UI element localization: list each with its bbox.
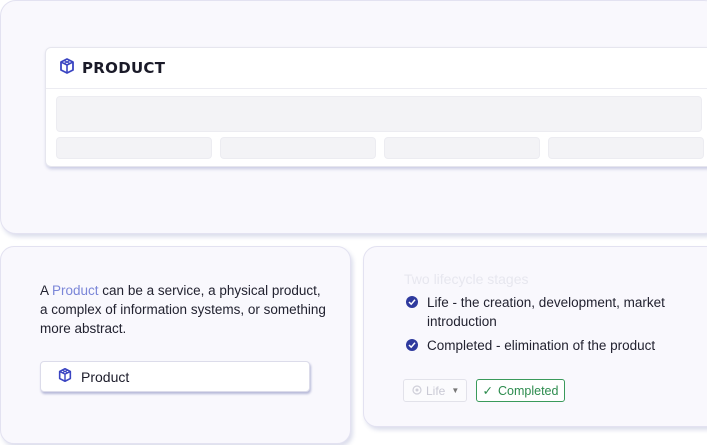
product-description: A Product can be a service, a physical p…: [40, 283, 326, 336]
skeleton-field: [384, 137, 540, 159]
skeleton-block: [56, 96, 702, 132]
lifecycle-stage: Life - the creation, development, market…: [405, 293, 695, 331]
life-select-value: Life: [426, 383, 446, 398]
check-icon: ✓: [482, 384, 494, 398]
completed-badge-label: Completed: [498, 383, 559, 398]
caret-down-icon: ▼: [451, 386, 460, 395]
product-overview-card: PRODUCT: [0, 0, 707, 234]
skeleton-field: [220, 137, 376, 159]
skeleton-field: [548, 137, 704, 159]
target-icon: [412, 384, 422, 398]
life-stage-select[interactable]: Life ▼: [403, 379, 467, 402]
stage-check-icon: [405, 295, 419, 314]
lifecycle-title: Two lifecycle stages: [404, 271, 529, 287]
stage-check-icon: [405, 338, 419, 357]
product-chip-label: Product: [81, 368, 130, 385]
cube-icon: [58, 57, 76, 80]
panel-title: PRODUCT: [82, 59, 166, 77]
completed-badge[interactable]: ✓ Completed: [476, 379, 565, 402]
panel-header: PRODUCT: [46, 48, 707, 89]
cube-icon: [57, 367, 73, 386]
skeleton-field: [56, 137, 212, 159]
product-description-card: [0, 246, 351, 444]
product-link[interactable]: Product: [52, 283, 99, 298]
lifecycle-stage: Completed - elimination of the product: [405, 336, 695, 355]
product-chip[interactable]: Product: [40, 361, 310, 392]
product-panel: PRODUCT: [45, 47, 707, 167]
